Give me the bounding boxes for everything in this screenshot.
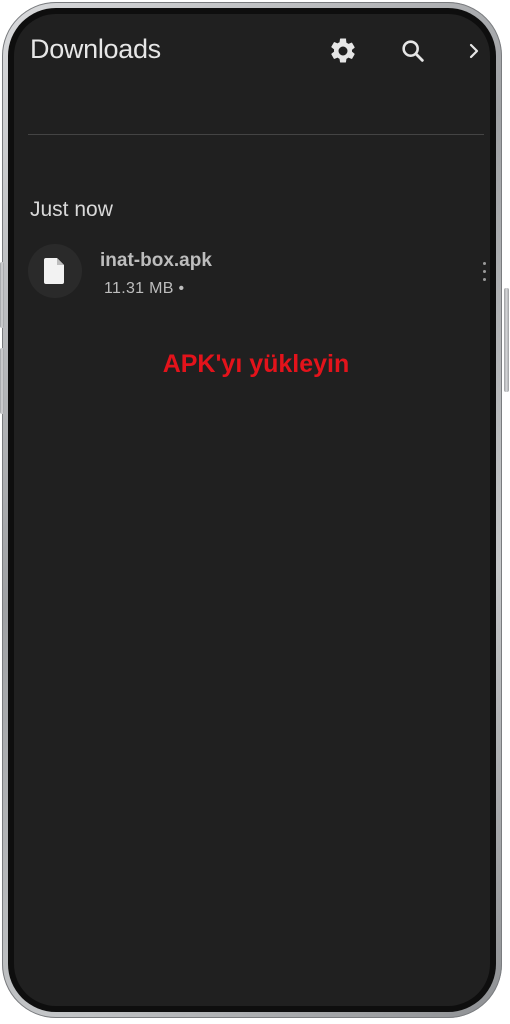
volume-up-button	[0, 262, 4, 328]
search-button[interactable]	[396, 34, 430, 68]
file-name: inat-box.apk	[100, 250, 212, 271]
install-annotation: APK'yı yükleyin	[162, 350, 350, 378]
app-bar: Downloads	[14, 14, 490, 134]
download-item[interactable]: inat-box.apk 11.31 MB •	[28, 244, 490, 316]
file-meta: 11.31 MB •	[104, 280, 185, 297]
item-menu-icon[interactable]	[480, 260, 490, 284]
more-button[interactable]	[464, 34, 484, 68]
file-icon-container	[28, 244, 82, 298]
phone-screen: Downloads Just now inat-box.apk 11.31 MB…	[14, 14, 490, 1006]
section-header: Just now	[30, 198, 113, 221]
chevron-right-icon	[469, 43, 479, 59]
volume-down-button	[0, 348, 4, 414]
app-bar-divider	[28, 134, 484, 135]
gear-icon	[331, 38, 355, 63]
power-button	[504, 288, 509, 392]
file-icon	[44, 258, 64, 284]
settings-button[interactable]	[326, 34, 360, 68]
page-title: Downloads	[30, 34, 161, 64]
search-icon	[402, 40, 424, 62]
